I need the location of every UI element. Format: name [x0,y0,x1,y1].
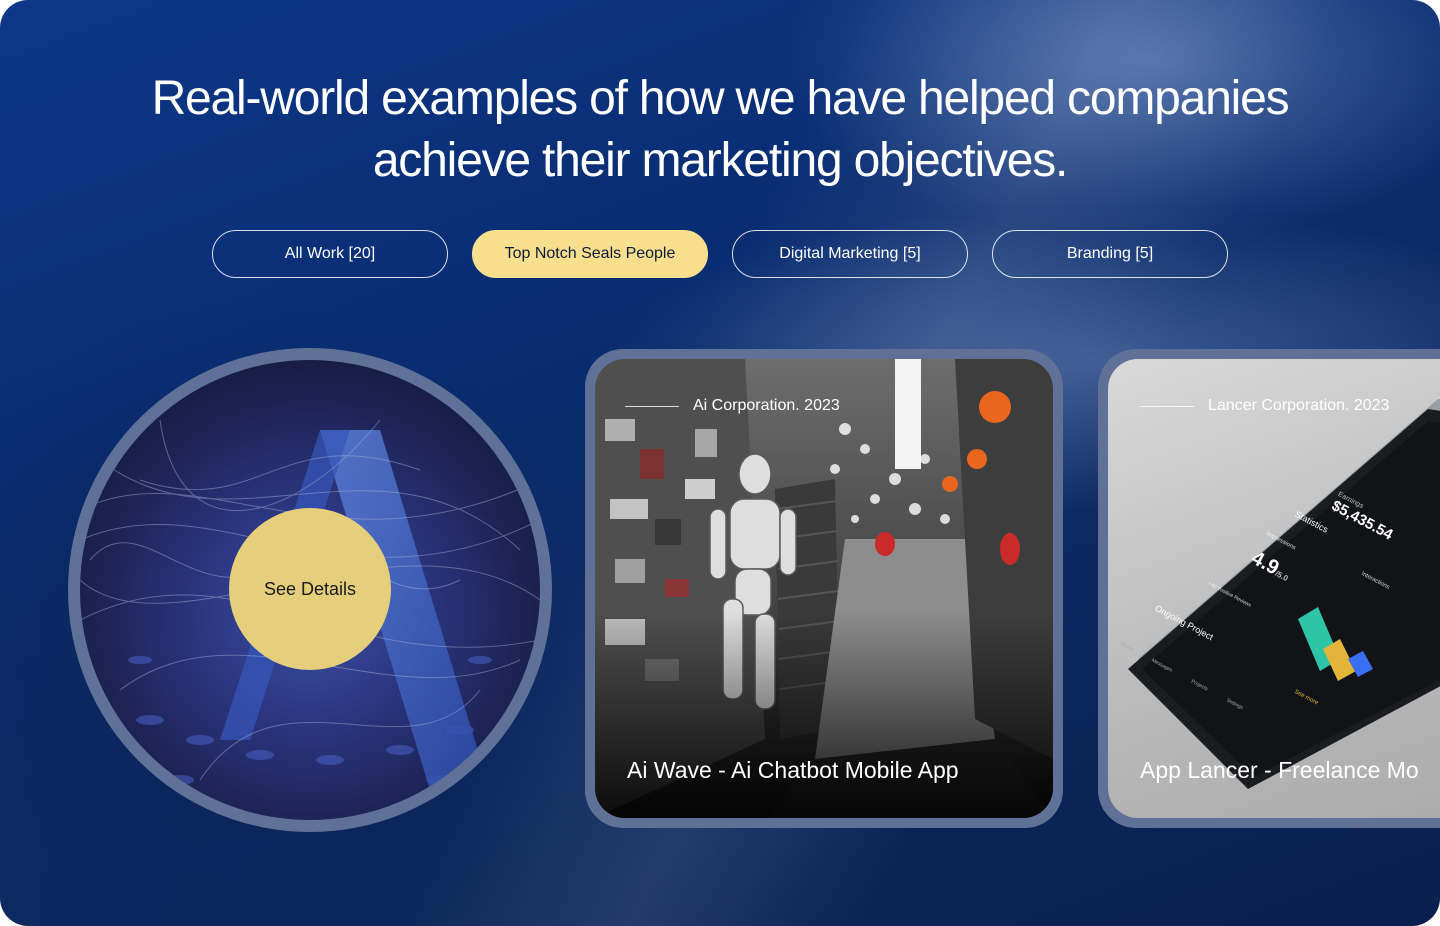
meta-divider-line [1140,405,1194,407]
project-title[interactable]: App Lancer - Freelance Mo [1140,757,1419,784]
project-meta-text: Ai Corporation. 2023 [693,397,840,414]
project-meta: Lancer Corporation. 2023 [1140,397,1389,415]
page-title: Real-world examples of how we have helpe… [70,68,1370,192]
project-meta-text: Lancer Corporation. 2023 [1208,397,1390,414]
project-image-phone: Earnings $5,435.54 Statistics Impression… [1108,359,1440,818]
filter-all-work[interactable]: All Work [20] [212,230,448,278]
project-meta: Ai Corporation. 2023 [625,397,840,415]
filter-top-notch-seals-people[interactable]: Top Notch Seals People [472,230,708,278]
see-details-button[interactable]: See Details [229,508,391,670]
page-title-line-1: Real-world examples of how we have helpe… [151,72,1290,125]
work-showcase-section: Real-world examples of how we have helpe… [0,0,1440,926]
filter-digital-marketing[interactable]: Digital Marketing [5] [732,230,968,278]
page-title-line-2: achieve their marketing objectives. [372,134,1069,187]
project-title[interactable]: Ai Wave - Ai Chatbot Mobile App [627,757,959,784]
meta-divider-line [625,405,679,407]
filter-branding[interactable]: Branding [5] [992,230,1228,278]
project-card-app-lancer[interactable]: Earnings $5,435.54 Statistics Impression… [1098,349,1440,828]
project-card-ai-wave[interactable]: Ai Corporation. 2023 Ai Wave - Ai Chatbo… [585,349,1063,828]
project-image-alley: Ai Corporation. 2023 Ai Wave - Ai Chatbo… [595,359,1053,818]
